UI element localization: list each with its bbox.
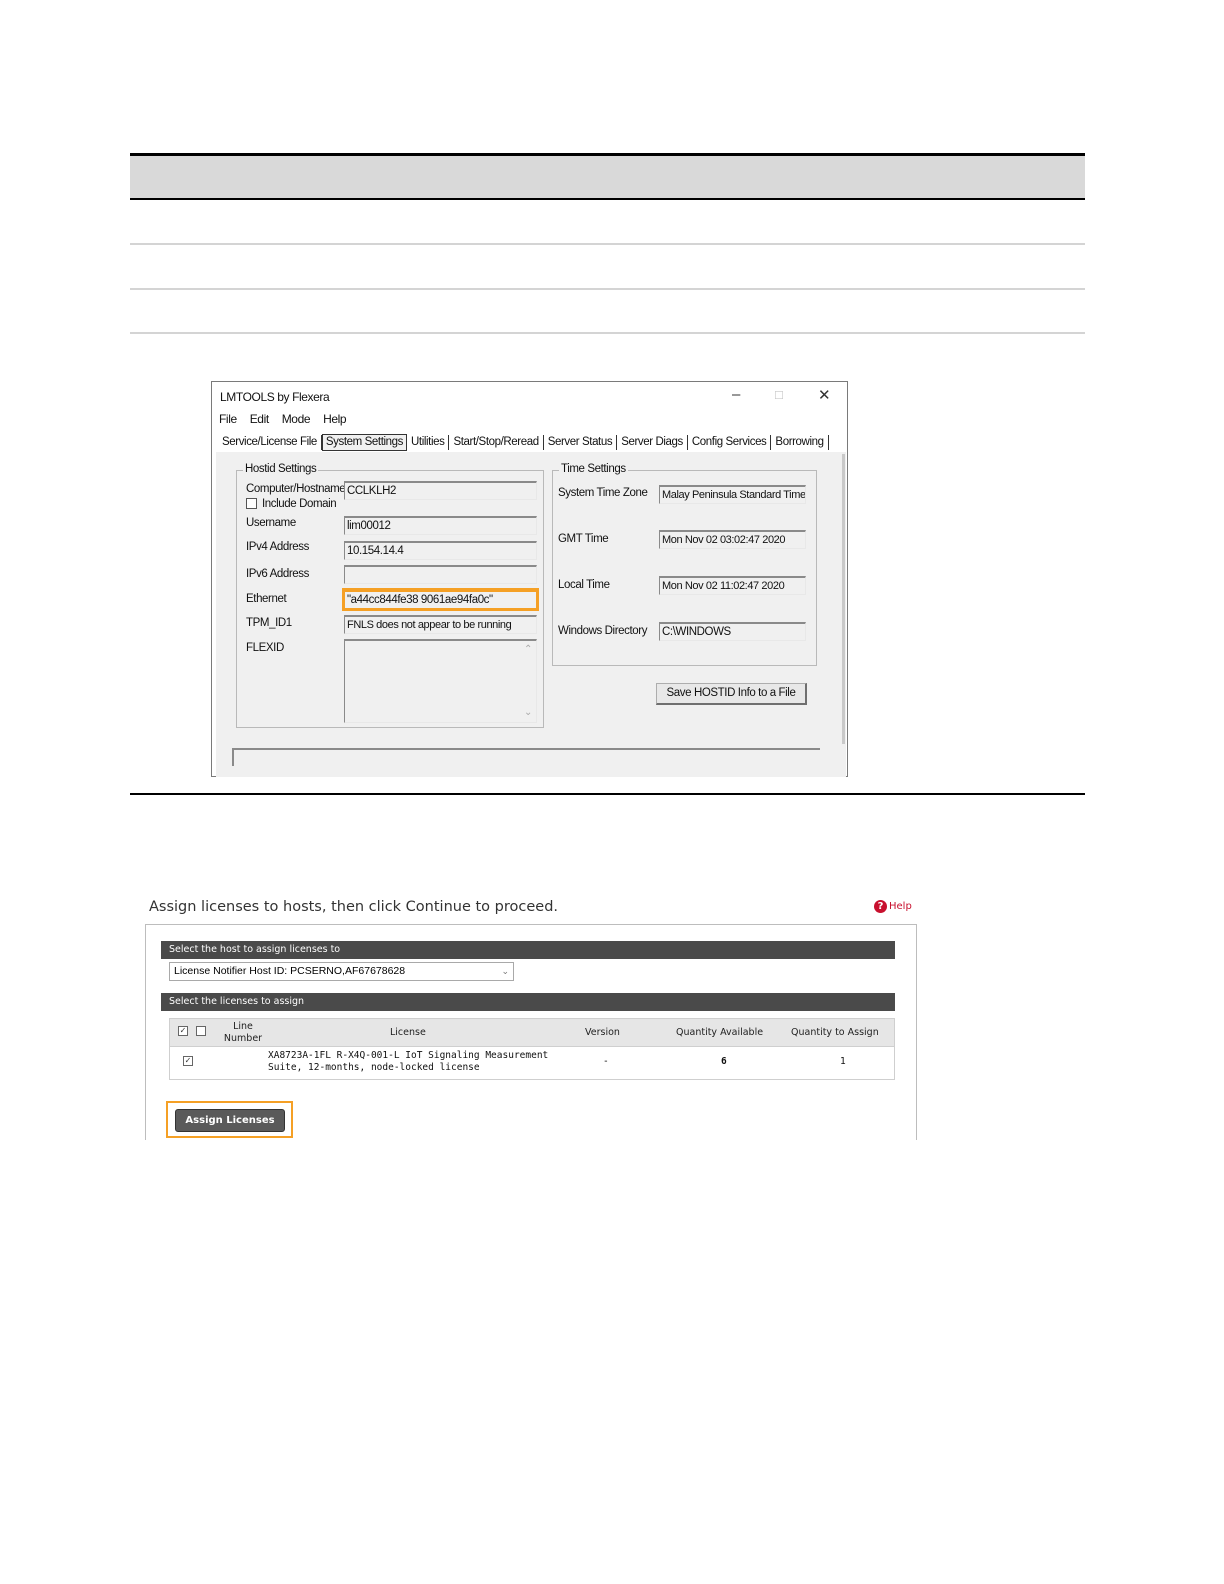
col-quantity-available: Quantity Available [676, 1027, 764, 1038]
assign-licenses-button[interactable]: Assign Licenses [175, 1109, 285, 1132]
include-domain-label: Include Domain [262, 498, 337, 510]
assign-heading: Assign licenses to hosts, then click Con… [149, 899, 559, 915]
ipv6-label: IPv6 Address [246, 568, 309, 580]
licenses-section-bar: Select the licenses to assign [161, 993, 895, 1011]
menu-edit[interactable]: Edit [250, 412, 269, 426]
col-version: Version [585, 1027, 620, 1038]
system-time-zone-label: System Time Zone [558, 487, 648, 499]
license-name-line2: Suite, 12-months, node-locked license [268, 1062, 480, 1073]
chevron-down-icon: ⌄ [501, 966, 509, 976]
maximize-icon[interactable]: □ [775, 387, 783, 402]
local-time-field[interactable]: Mon Nov 02 11:02:47 2020 [659, 576, 806, 595]
username-label: Username [246, 517, 296, 529]
assign-form: Select the host to assign licenses to Li… [145, 924, 917, 1140]
assign-licenses-panel: Assign licenses to hosts, then click Con… [140, 890, 920, 1140]
ipv4-label: IPv4 Address [246, 541, 309, 553]
ipv6-field[interactable] [344, 565, 537, 584]
table-row-divider [130, 288, 1085, 290]
title-bar: LMTOOLS by Flexera – □ ✕ [212, 382, 847, 412]
menu-help[interactable]: Help [323, 412, 346, 426]
computer-hostname-field[interactable]: CCLKLH2 [344, 481, 537, 500]
license-version: - [603, 1056, 609, 1067]
host-select[interactable]: License Notifier Host ID: PCSERNO,AF6767… [169, 962, 514, 981]
time-settings-title: Time Settings [559, 463, 628, 475]
licenses-table-header: ✓ Line Number License Version Quantity A… [170, 1019, 894, 1046]
tab-server-status[interactable]: Server Status [544, 435, 618, 450]
col-license: License [390, 1027, 426, 1038]
tab-utilities[interactable]: Utilities [407, 435, 450, 450]
tab-system-settings[interactable]: System Settings [321, 434, 407, 451]
quantity-available-value: 6 [721, 1056, 727, 1067]
table-row[interactable]: ✓ XA8723A-1FL R-X4Q-001-L IoT Signaling … [170, 1046, 894, 1080]
windows-directory-label: Windows Directory [558, 625, 648, 637]
status-bar [232, 748, 820, 766]
quantity-to-assign-value[interactable]: 1 [840, 1056, 846, 1068]
computer-hostname-label: Computer/Hostname [246, 483, 346, 495]
row-checkbox[interactable]: ✓ [183, 1056, 193, 1066]
flexid-label: FLEXID [246, 642, 284, 654]
table-header-row [130, 153, 1085, 200]
tab-server-diags[interactable]: Server Diags [617, 435, 688, 450]
license-name-line1: XA8723A-1FL R-X4Q-001-L IoT Signaling Me… [268, 1050, 549, 1061]
ethernet-field[interactable]: "a44cc844fe38 9061ae94fa0c" [342, 588, 539, 611]
menu-file[interactable]: File [219, 412, 237, 426]
host-select-value: License Notifier Host ID: PCSERNO,AF6767… [174, 965, 406, 977]
assign-button-highlight: Assign Licenses [166, 1101, 293, 1138]
deselect-all-checkbox[interactable] [196, 1026, 206, 1036]
minimize-icon[interactable]: – [732, 386, 740, 403]
windows-directory-field[interactable]: C:\WINDOWS [659, 622, 806, 641]
close-icon[interactable]: ✕ [818, 386, 831, 404]
host-section-bar: Select the host to assign licenses to [161, 941, 895, 959]
username-field[interactable]: lim00012 [344, 516, 537, 535]
tab-config-services[interactable]: Config Services [688, 435, 772, 450]
tpm-id-label: TPM_ID1 [246, 617, 292, 629]
table-bottom-rule [130, 793, 1085, 795]
hostid-settings-title: Hostid Settings [243, 463, 319, 475]
local-time-label: Local Time [558, 579, 610, 591]
menu-mode[interactable]: Mode [282, 412, 311, 426]
system-time-zone-field[interactable]: Malay Peninsula Standard Time [659, 485, 806, 504]
ethernet-label: Ethernet [246, 593, 287, 605]
tab-start-stop-reread[interactable]: Start/Stop/Reread [449, 435, 544, 450]
include-domain-checkbox[interactable] [246, 498, 257, 509]
window-edge [842, 454, 845, 744]
col-line-number: Line Number [223, 1021, 263, 1044]
menu-bar: File Edit Mode Help [219, 412, 356, 426]
col-quantity-to-assign: Quantity to Assign [791, 1027, 879, 1038]
help-link[interactable]: ? Help [874, 900, 912, 913]
tab-service-license-file[interactable]: Service/License File [218, 435, 322, 450]
window-title: LMTOOLS by Flexera [220, 390, 330, 404]
licenses-table: ✓ Line Number License Version Quantity A… [169, 1018, 895, 1080]
scroll-up-icon[interactable]: ⌃ [524, 643, 532, 657]
help-icon: ? [874, 900, 887, 913]
tpm-id-field[interactable]: FNLS does not appear to be running [344, 615, 537, 634]
scroll-down-icon[interactable]: ⌄ [524, 706, 532, 720]
tab-strip: Service/License File System Settings Utili… [218, 434, 829, 454]
save-hostid-button[interactable]: Save HOSTID Info to a File [656, 683, 807, 705]
flexid-listbox[interactable]: ⌃ ⌄ [344, 639, 537, 723]
gmt-time-label: GMT Time [558, 533, 609, 545]
help-label: Help [889, 901, 912, 912]
table-row-divider [130, 243, 1085, 245]
ipv4-field[interactable]: 10.154.14.4 [344, 541, 537, 560]
gmt-time-field[interactable]: Mon Nov 02 03:02:47 2020 [659, 530, 806, 549]
tab-borrowing[interactable]: Borrowing [771, 435, 829, 450]
lmtools-window: LMTOOLS by Flexera – □ ✕ File Edit Mode … [211, 381, 848, 777]
table-row-divider [130, 332, 1085, 334]
select-all-checkbox[interactable]: ✓ [178, 1026, 188, 1036]
